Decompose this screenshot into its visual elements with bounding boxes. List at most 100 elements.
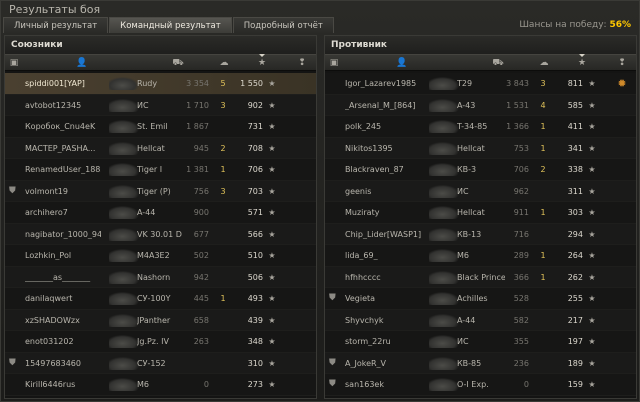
player-row[interactable]: archihero7 A-44 900 571 ★	[5, 202, 316, 224]
tank-column-icon[interactable]: ⛟	[491, 58, 505, 69]
player-name[interactable]: danilaqwert	[25, 294, 101, 303]
player-name[interactable]: 15497683460	[25, 359, 101, 368]
player-row[interactable]: ⛊ 15497683460 СУ-152 310 ★	[5, 352, 316, 374]
tank-xp: 0	[523, 380, 529, 389]
player-name[interactable]: MACTEP_PASHA...	[25, 144, 101, 153]
player-name[interactable]: Shyvchyk	[345, 316, 421, 325]
kills-count: 5	[220, 79, 226, 88]
player-row[interactable]: danilaqwert СУ-100Y 445 1 493 ★	[5, 288, 316, 310]
player-row[interactable]: nagibator_1000_943... VK 30.01 D 677 566 ★	[5, 223, 316, 245]
info-column-icon[interactable]: ❢	[615, 58, 629, 68]
player-row[interactable]: hfhhcccc Black Prince 366 1 262 ★	[325, 266, 636, 288]
player-row[interactable]: storm_22ru ИС 355 197 ★	[325, 331, 636, 353]
player-name[interactable]: RenamedUser_1882...	[25, 165, 101, 174]
player-name[interactable]: Lozhkin_Pol	[25, 251, 101, 260]
tank-xp: 1 366	[506, 122, 529, 131]
player-name[interactable]: Chip_Lider[WASP1]	[345, 230, 421, 239]
player-row[interactable]: Kirill6446rus M6 0 273 ★	[5, 374, 316, 396]
player-row[interactable]: polk_245 T-34-85 1 366 1 411 ★	[325, 116, 636, 138]
tank-column-icon[interactable]: ⛟	[171, 58, 185, 69]
player-name[interactable]: xzSHADOWzx	[25, 316, 101, 325]
player-name[interactable]: Kirill6446rus	[25, 380, 101, 389]
tank-name: Jg.Pz. IV	[137, 337, 169, 346]
player-name[interactable]: storm_22ru	[345, 337, 421, 346]
player-row[interactable]: lida_69_ M6 289 1 264 ★	[325, 245, 636, 267]
player-name[interactable]: nagibator_1000_943...	[25, 230, 101, 239]
player-row[interactable]: avtobot12345 ИС 1 710 3 902 ★	[5, 94, 316, 116]
tab-detailed-report[interactable]: Подробный отчёт	[232, 17, 334, 33]
player-name[interactable]: geenis	[345, 187, 421, 196]
player-name[interactable]: Blackraven_87	[345, 165, 421, 174]
player-row[interactable]: enot031202 Jg.Pz. IV 263 348 ★	[5, 331, 316, 353]
tank-xp: 528	[513, 294, 529, 303]
tank-xp: 900	[193, 208, 209, 217]
star-icon: ★	[588, 315, 596, 325]
star-icon: ★	[588, 358, 596, 368]
player-name[interactable]: Igor_Lazarev1985	[345, 79, 421, 88]
tank-name: КВ-13	[457, 229, 482, 239]
star-icon: ★	[268, 315, 276, 325]
player-row[interactable]: _Arsenal_M_[864] A-43 1 531 4 585 ★	[325, 94, 636, 116]
player-row[interactable]: xzSHADOWzx JPanther 658 439 ★	[5, 309, 316, 331]
player-row[interactable]: geenis ИС 962 311 ★	[325, 180, 636, 202]
player-name[interactable]: archihero7	[25, 208, 101, 217]
player-column-icon[interactable]: 👤	[395, 58, 409, 68]
experience-value: 585	[567, 100, 583, 110]
player-name[interactable]: Muziraty	[345, 208, 421, 217]
experience-value: 262	[567, 272, 583, 282]
tab-personal-result[interactable]: Личный результат	[3, 17, 109, 33]
player-row[interactable]: RenamedUser_1882... Tiger I 1 381 1 706 ★	[5, 159, 316, 181]
player-name[interactable]: hfhhcccc	[345, 273, 421, 282]
enemies-column-header: ▣ 👤 ⛟ ☁ ★ ❢	[325, 54, 636, 71]
exp-column-icon[interactable]: ★	[255, 54, 269, 68]
player-row[interactable]: spiddi001[YAP] Rudy 3 354 5 1 550 ★	[5, 73, 316, 95]
player-row[interactable]: Blackraven_87 КВ-3 706 2 338 ★	[325, 159, 636, 181]
player-row[interactable]: Коробок_Cnu4eK St. Emil 1 867 731 ★	[5, 116, 316, 138]
player-row[interactable]: Lozhkin_Pol M4A3E2 502 510 ★	[5, 245, 316, 267]
player-name[interactable]: Коробок_Cnu4eK	[25, 122, 101, 131]
player-row[interactable]: Muziraty Hellcat 911 1 303 ★	[325, 202, 636, 224]
tank-name: Nashorn	[137, 272, 171, 282]
player-name[interactable]: avtobot12345	[25, 101, 101, 110]
tank-xp: 502	[193, 251, 209, 260]
player-name[interactable]: san163ek	[345, 380, 421, 389]
info-column-icon[interactable]: ❢	[295, 58, 309, 68]
player-row[interactable]: ⛊ A_JokeR_V КВ-85 236 189 ★	[325, 352, 636, 374]
player-row[interactable]: Igor_Lazarev1985 T29 3 843 3 811 ★ ✹	[325, 73, 636, 95]
player-name[interactable]: enot031202	[25, 337, 101, 346]
tank-name: ИС	[457, 186, 469, 196]
player-name[interactable]: lida_69_	[345, 251, 421, 260]
medal-icon: ✹	[617, 77, 627, 90]
player-row[interactable]: Nikitos1395 Hellcat 753 1 341 ★	[325, 137, 636, 159]
player-row[interactable]: _______as_______ Nashorn 942 506 ★	[5, 266, 316, 288]
player-name[interactable]: _______as_______	[25, 273, 101, 282]
tank-name: M6	[137, 380, 149, 389]
player-row[interactable]: Shyvchyk A-44 582 217 ★	[325, 309, 636, 331]
player-row[interactable]: ⛊ volmont19 Tiger (P) 756 3 703 ★	[5, 180, 316, 202]
kills-column-icon[interactable]: ☁	[217, 58, 231, 68]
tank-xp: 445	[193, 294, 209, 303]
player-name[interactable]: polk_245	[345, 122, 421, 131]
player-name[interactable]: spiddi001[YAP]	[25, 79, 101, 88]
kills-column-icon[interactable]: ☁	[537, 58, 551, 68]
player-column-icon[interactable]: 👤	[75, 58, 89, 68]
platoon-column-icon[interactable]: ▣	[9, 58, 19, 68]
win-chance-value: 56%	[609, 20, 631, 30]
player-name[interactable]: Nikitos1395	[345, 144, 421, 153]
player-row[interactable]: ⛊ Vegieta Achilles 528 255 ★	[325, 288, 636, 310]
player-name[interactable]: A_JokeR_V	[345, 359, 421, 368]
player-name[interactable]: volmont19	[25, 187, 101, 196]
player-name[interactable]: _Arsenal_M_[864]	[345, 101, 421, 110]
platoon-column-icon[interactable]: ▣	[329, 58, 339, 68]
player-row[interactable]: Chip_Lider[WASP1] КВ-13 716 294 ★	[325, 223, 636, 245]
player-row[interactable]: ⛊ san163ek O-I Exp. 0 159 ★	[325, 374, 636, 396]
star-icon: ★	[268, 337, 276, 346]
experience-value: 902	[247, 100, 263, 110]
kills-count: 1	[540, 251, 546, 260]
star-icon: ★	[268, 79, 276, 88]
player-row[interactable]: MACTEP_PASHA... Hellcat 945 2 708 ★	[5, 137, 316, 159]
kills-count: 3	[220, 186, 226, 196]
player-name[interactable]: Vegieta	[345, 294, 421, 303]
tab-team-result[interactable]: Командный результат	[109, 17, 232, 33]
exp-column-icon[interactable]: ★	[575, 54, 589, 68]
